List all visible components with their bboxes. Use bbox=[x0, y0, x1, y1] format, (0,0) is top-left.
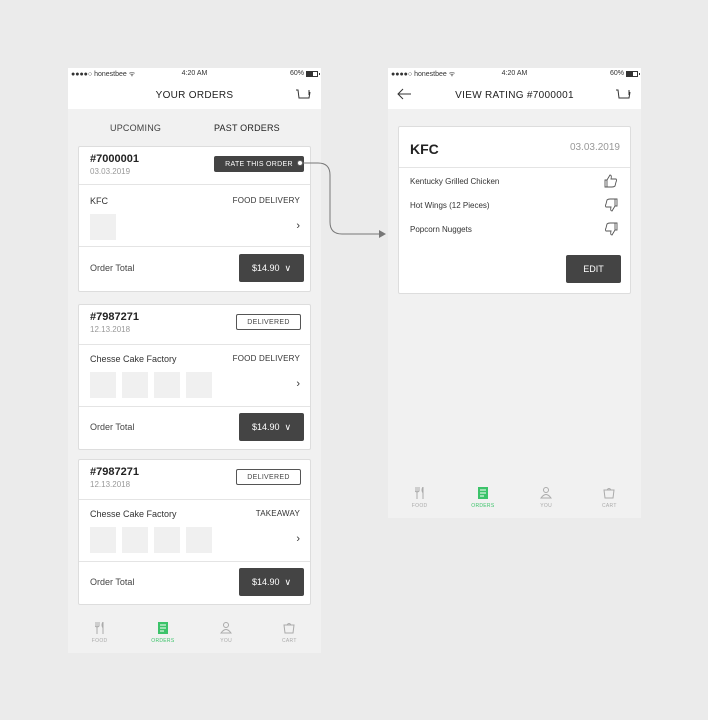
flow-connector-arrow bbox=[297, 160, 386, 238]
